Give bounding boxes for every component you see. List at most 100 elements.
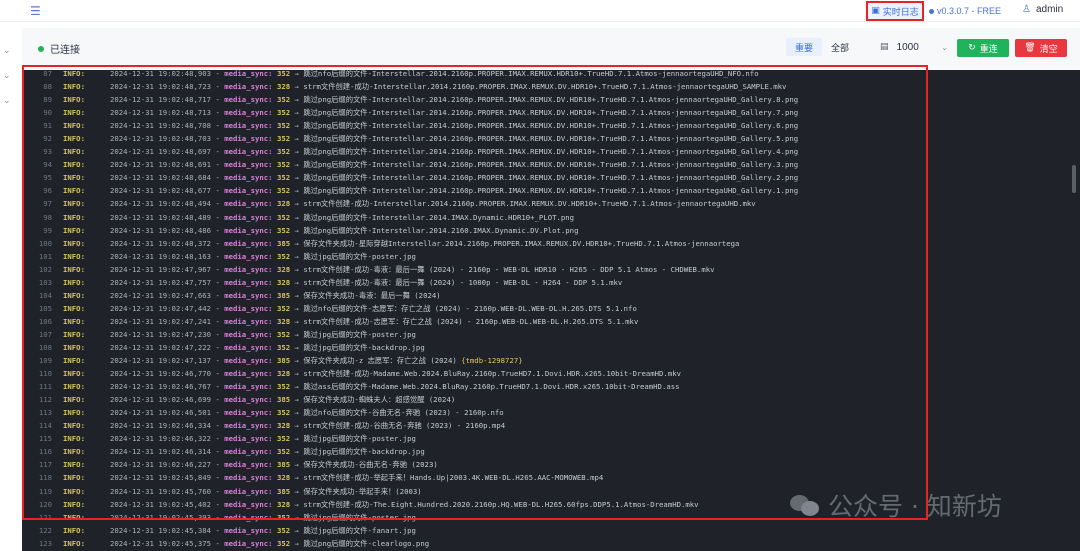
log-row: 117 INFO: 2024-12-31 19:02:46,227 - media_… <box>22 458 1080 471</box>
log-module-name: media_sync: <box>224 421 273 431</box>
log-text: 2024-12-31 19:02:46,227 - media_sync: 38… <box>110 460 438 470</box>
chevron-down-icon[interactable]: ⌄ <box>3 96 11 106</box>
log-text: 2024-12-31 19:02:47,222 - media_sync: 35… <box>110 342 425 352</box>
log-module-name: media_sync: <box>224 147 273 157</box>
log-module-name: media_sync: <box>224 108 273 118</box>
log-scrollbar[interactable] <box>1072 165 1076 193</box>
user-menu[interactable]: ♙ admin <box>1022 4 1063 15</box>
status-dot <box>38 45 44 52</box>
clear-button[interactable]: 🗑 清空 <box>1015 39 1067 57</box>
log-line-number: 92 <box>43 134 52 144</box>
log-line-number: 115 <box>38 434 52 444</box>
log-timestamp: 2024-12-31 19:02:45,393 <box>110 512 212 522</box>
log-module: media_sync: 352 <box>224 447 290 456</box>
log-module-name: media_sync: <box>224 342 273 352</box>
log-message: 跳过jpg后缀的文件-poster.jpg <box>303 513 416 522</box>
log-message-text: 跳过jpg后缀的文件-poster.jpg <box>303 329 416 339</box>
log-level: INFO: <box>63 512 85 522</box>
log-message: strm文件创建-成功-举起手来！Hands.Up|2003.4K.WEB-DL… <box>303 473 603 482</box>
log-level: INFO: <box>63 264 85 274</box>
log-timestamp: 2024-12-31 19:02:48,163 <box>110 251 212 261</box>
log-line-number: 97 <box>43 199 52 209</box>
top-bar: ☰ ▣ 实时日志 v0.3.0.7 - FREE ♙ admin <box>0 0 1080 22</box>
log-module-name: media_sync: <box>224 486 273 496</box>
filter-all-button[interactable]: 全部 <box>822 38 858 56</box>
log-module-name: media_sync: <box>224 134 273 144</box>
log-source-line: 328 <box>276 421 291 431</box>
log-module: media_sync: 328 <box>224 278 290 287</box>
menu-icon[interactable]: ☰ <box>30 4 41 18</box>
log-line-number: 95 <box>43 173 52 183</box>
log-timestamp: 2024-12-31 19:02:46,227 <box>110 460 212 470</box>
log-message: 跳过png后缀的文件-Interstellar.2014.2160p.PROPE… <box>303 108 798 117</box>
log-row: 122 INFO: 2024-12-31 19:02:45,384 - media_… <box>22 524 1080 537</box>
log-message-text: 保存文件夹成功-星际穿越Interstellar.2014.2160p.PROP… <box>303 238 740 248</box>
log-level: INFO: <box>63 473 85 483</box>
log-level: INFO: <box>63 408 85 418</box>
filter-important-button[interactable]: 重要 <box>786 38 823 56</box>
log-line-number: 113 <box>38 408 52 418</box>
log-line-number: 100 <box>38 238 52 248</box>
log-source-line: 352 <box>276 160 291 170</box>
log-level: INFO: <box>63 212 85 222</box>
log-line-number: 117 <box>38 460 52 470</box>
log-toolbar: 已连接 重要 全部 ▤ 1000 ⌄ ↻ 重连 🗑 清空 <box>22 28 1080 64</box>
log-line-number: 104 <box>38 290 52 300</box>
log-level: INFO: <box>63 525 85 535</box>
log-line-number: 101 <box>38 251 52 261</box>
log-line-number: 90 <box>43 108 52 118</box>
log-message: 跳过png后缀的文件-clearlogo.png <box>303 539 429 548</box>
log-timestamp: 2024-12-31 19:02:46,770 <box>110 369 212 379</box>
log-module-name: media_sync: <box>224 290 273 300</box>
chevron-down-icon[interactable]: ⌄ <box>3 46 11 56</box>
log-row: 113 INFO: 2024-12-31 19:02:46,501 - media_… <box>22 406 1080 419</box>
log-module: media_sync: 352 <box>224 70 290 78</box>
log-source-line: 352 <box>276 147 291 157</box>
log-message-text: 跳过png后缀的文件-Interstellar.2014.2160p.PROPE… <box>303 173 799 183</box>
log-message-text: 跳过jpg后缀的文件-fanart.jpg <box>303 525 416 535</box>
log-module: media_sync: 352 <box>224 173 290 182</box>
log-text: 2024-12-31 19:02:47,137 - media_sync: 38… <box>110 356 523 366</box>
log-console[interactable]: 87 INFO: 2024-12-31 19:02:48,903 - media_s… <box>22 70 1080 551</box>
log-source-line: 352 <box>276 538 291 548</box>
log-message: 保存文件夹成功-z 志愿军：存亡之战 (2024) {tmdb-1298727} <box>303 356 522 365</box>
log-source-line: 352 <box>276 186 291 196</box>
log-text: 2024-12-31 19:02:48,677 - media_sync: 35… <box>110 186 799 196</box>
log-message-text: 跳过png后缀的文件-Interstellar.2014.2160p.PROPE… <box>303 160 799 170</box>
log-module: media_sync: 352 <box>224 539 290 548</box>
log-message: 跳过png后缀的文件-Interstellar.2014.2160p.PROPE… <box>303 134 798 143</box>
log-row: 118 INFO: 2024-12-31 19:02:45,849 - media_… <box>22 471 1080 484</box>
log-module-name: media_sync: <box>224 538 273 548</box>
log-message-text: 保存文件夹成功-蜘蛛夫人：超感觉醒 (2024) <box>303 395 456 405</box>
log-level: INFO: <box>63 342 85 352</box>
log-timestamp: 2024-12-31 19:02:45,849 <box>110 473 212 483</box>
log-timestamp: 2024-12-31 19:02:46,699 <box>110 395 212 405</box>
log-module-name: media_sync: <box>224 225 273 235</box>
log-timestamp: 2024-12-31 19:02:48,677 <box>110 186 212 196</box>
log-source-line: 352 <box>276 121 291 131</box>
chevron-down-icon[interactable]: ⌄ <box>3 71 11 81</box>
log-message: 跳过nfo后缀的文件-谷曲无名-奔驰 (2023) - 2160p.nfo <box>303 408 503 417</box>
log-module: media_sync: 352 <box>224 95 290 104</box>
log-source-line: 352 <box>276 95 291 105</box>
log-module-name: media_sync: <box>224 473 273 483</box>
log-message: 跳过jpg后缀的文件-poster.jpg <box>303 330 416 339</box>
log-module: media_sync: 385 <box>224 487 290 496</box>
log-text: 2024-12-31 19:02:48,708 - media_sync: 35… <box>110 121 799 131</box>
log-line-number: 110 <box>38 369 52 379</box>
log-text: 2024-12-31 19:02:45,393 - media_sync: 35… <box>110 512 416 522</box>
log-text: 2024-12-31 19:02:45,384 - media_sync: 35… <box>110 525 416 535</box>
log-text: 2024-12-31 19:02:48,372 - media_sync: 38… <box>110 238 740 248</box>
log-module: media_sync: 352 <box>224 434 290 443</box>
reconnect-button[interactable]: ↻ 重连 <box>957 39 1009 57</box>
log-row: 104 INFO: 2024-12-31 19:02:47,663 - media_… <box>22 289 1080 302</box>
log-row: 108 INFO: 2024-12-31 19:02:47,222 - media_… <box>22 341 1080 354</box>
log-source-line: 352 <box>276 342 291 352</box>
log-text: 2024-12-31 19:02:48,697 - media_sync: 35… <box>110 147 799 157</box>
realtime-log-button[interactable]: ▣ 实时日志 <box>866 1 924 21</box>
log-source-line: 352 <box>276 70 291 78</box>
line-count-select[interactable]: ▤ 1000 ⌄ <box>872 38 948 56</box>
log-timestamp: 2024-12-31 19:02:47,967 <box>110 264 212 274</box>
list-icon: ▤ <box>880 42 889 52</box>
log-message: strm文件创建-成功-The.Eight.Hundred.2020.2160p… <box>303 500 698 509</box>
